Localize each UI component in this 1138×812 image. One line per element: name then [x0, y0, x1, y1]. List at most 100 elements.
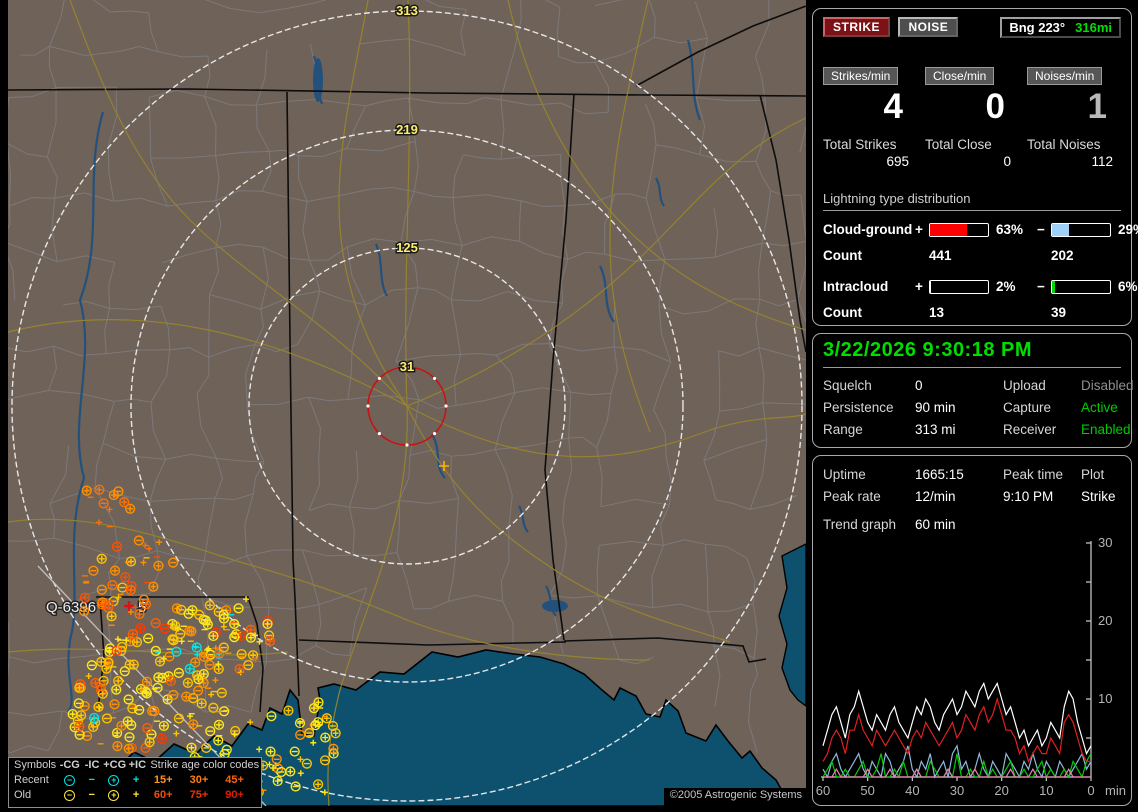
counters-box: STRIKE NOISE Bng 223° 316mi Strikes/min C… — [812, 8, 1138, 326]
map-canvas: 31321912531Q-6396 5 — [8, 0, 806, 806]
bearing-indicator: Bng 223° 316mi — [1000, 17, 1121, 38]
trend-series-strikes — [822, 681, 1092, 756]
age-90: 90+ — [225, 789, 244, 801]
receiver-status: Enabled — [1081, 422, 1131, 437]
bearing-value: Bng 223° — [1009, 20, 1066, 35]
legend-recent-label: Recent — [14, 774, 49, 786]
upload-status: Disabled — [1081, 378, 1134, 393]
intracloud-row: Intracloud + 2% − 6% — [823, 279, 1138, 294]
total-close-label: Total Close — [925, 137, 992, 152]
intracloud-count-row: Count 13 39 — [823, 305, 1121, 320]
peak-time-label: Peak time — [1003, 467, 1064, 482]
ic-negative-bar — [1051, 279, 1111, 294]
svg-text:0: 0 — [1087, 783, 1094, 798]
ic-positive-pct: 2% — [996, 279, 1016, 294]
peak-rate-label: Peak rate — [823, 489, 881, 504]
squelch-value: 0 — [915, 378, 923, 393]
plot-label: Plot — [1081, 467, 1105, 482]
legend-pos-cg-label: +CG — [103, 759, 127, 771]
minus-sign: − — [1037, 222, 1045, 237]
ic-positive-count: 13 — [929, 305, 945, 320]
total-strikes-label: Total Strikes — [823, 137, 897, 152]
svg-text:20: 20 — [1098, 613, 1112, 628]
legend-pos-ic-label: +IC — [128, 759, 147, 771]
cg-positive-bar — [929, 222, 989, 237]
trend-box: Uptime 1665:15 Peak time Plot Peak rate … — [812, 455, 1132, 806]
old-neg-ic-icon: − — [88, 789, 95, 801]
clock-status-box: 3/22/2026 9:30:18 PM Squelch 0 Upload Di… — [812, 333, 1134, 448]
capture-label: Capture — [1003, 400, 1052, 415]
persistence-value: 90 min — [915, 400, 956, 415]
trend-graph-label: Trend graph — [823, 517, 897, 532]
legend-neg-ic-label: -IC — [84, 759, 100, 771]
capture-status: Active — [1081, 400, 1118, 415]
strike-button[interactable]: STRIKE — [823, 17, 891, 37]
peak-time-value: 9:10 PM — [1003, 489, 1054, 504]
lightning-map[interactable]: 313 219 125 31 Q-6396 5 Symbols -CG -IC +CG +… — [8, 0, 806, 808]
range-label: Range — [823, 422, 863, 437]
legend-header-row: Symbols -CG -IC +CG +IC Strike age color… — [9, 758, 261, 773]
age-45: 45+ — [225, 774, 244, 786]
recent-neg-cg-icon: − — [58, 773, 80, 788]
ring-label-125: 125 — [396, 240, 418, 255]
noises-per-min-chip[interactable]: Noises/min — [1027, 67, 1103, 85]
plus-sign: + — [915, 279, 923, 294]
old-pos-cg-icon: + — [103, 788, 125, 803]
bearing-distance: 316mi — [1075, 20, 1112, 35]
status-panel: STRIKE NOISE Bng 223° 316mi Strikes/min C… — [812, 0, 1138, 812]
datetime-display: 3/22/2026 9:30:18 PM — [823, 339, 1121, 368]
total-noises-label: Total Noises — [1027, 137, 1101, 152]
ic-positive-bar — [929, 279, 989, 294]
cg-count-label: Count — [823, 248, 862, 263]
old-neg-cg-icon: − — [58, 788, 80, 803]
info-grid: Uptime 1665:15 Peak time Plot Peak rate … — [823, 467, 1121, 504]
svg-text:40: 40 — [905, 783, 919, 798]
peak-rate-value: 12/min — [915, 489, 956, 504]
recent-pos-ic-icon: + — [132, 774, 140, 786]
total-noises-value: 112 — [1091, 154, 1113, 169]
rate-counters: Strikes/min Close/min Noises/min 4 0 1 T… — [823, 67, 1121, 169]
noise-button[interactable]: NOISE — [898, 17, 959, 37]
ring-label-313: 313 — [396, 3, 418, 18]
plot-mode-value: Strike — [1081, 489, 1116, 504]
strikes-per-min-chip[interactable]: Strikes/min — [823, 67, 899, 85]
range-value: 313 mi — [915, 422, 956, 437]
recent-neg-ic-icon: − — [88, 774, 95, 786]
app-window: 313 219 125 31 Q-6396 5 Symbols -CG -IC +CG +… — [0, 0, 1138, 812]
uptime-label: Uptime — [823, 467, 866, 482]
old-pos-ic-icon: + — [132, 789, 140, 801]
cg-negative-count: 202 — [1051, 248, 1074, 263]
age-60: 60+ — [153, 789, 173, 801]
minus-sign: − — [1037, 279, 1045, 294]
age-75: 75+ — [189, 789, 209, 801]
receiver-label: Receiver — [1003, 422, 1057, 437]
svg-text:50: 50 — [860, 783, 874, 798]
svg-text:60: 60 — [816, 783, 830, 798]
copyright-notice: ©2005 Astrogenic Systems — [663, 788, 806, 806]
svg-text:30: 30 — [950, 783, 964, 798]
svg-text:20: 20 — [994, 783, 1008, 798]
ring-label-219: 219 — [396, 122, 418, 137]
trend-graph: 30 20 10 60 50 40 30 20 10 0 min — [816, 535, 1126, 798]
intracloud-label: Intracloud — [823, 279, 889, 294]
legend-neg-cg-label: -CG — [59, 759, 80, 771]
ring-label-31: 31 — [400, 359, 414, 374]
cg-negative-pct: 29% — [1118, 222, 1138, 237]
status-grid: Squelch 0 Upload Disabled Persistence 90… — [823, 378, 1134, 437]
close-per-min-value: 0 — [985, 87, 1005, 126]
cloud-ground-label: Cloud-ground — [823, 222, 913, 237]
persistence-label: Persistence — [823, 400, 894, 415]
close-per-min-chip[interactable]: Close/min — [925, 67, 995, 85]
distribution-title: Lightning type distribution — [823, 191, 1121, 211]
svg-text:min: min — [1105, 783, 1126, 798]
upload-label: Upload — [1003, 378, 1046, 393]
svg-text:10: 10 — [1098, 691, 1112, 706]
trend-label-row: Trend graph 60 min — [823, 517, 1121, 532]
cg-positive-pct: 63% — [996, 222, 1024, 237]
svg-text:10: 10 — [1039, 783, 1053, 798]
svg-text:30: 30 — [1098, 535, 1112, 550]
mode-button-row: STRIKE NOISE Bng 223° 316mi — [823, 17, 1121, 38]
trend-graph-value: 60 min — [915, 517, 956, 532]
trend-series-intracloud — [822, 753, 1092, 779]
legend-symbols-label: Symbols — [14, 759, 57, 771]
